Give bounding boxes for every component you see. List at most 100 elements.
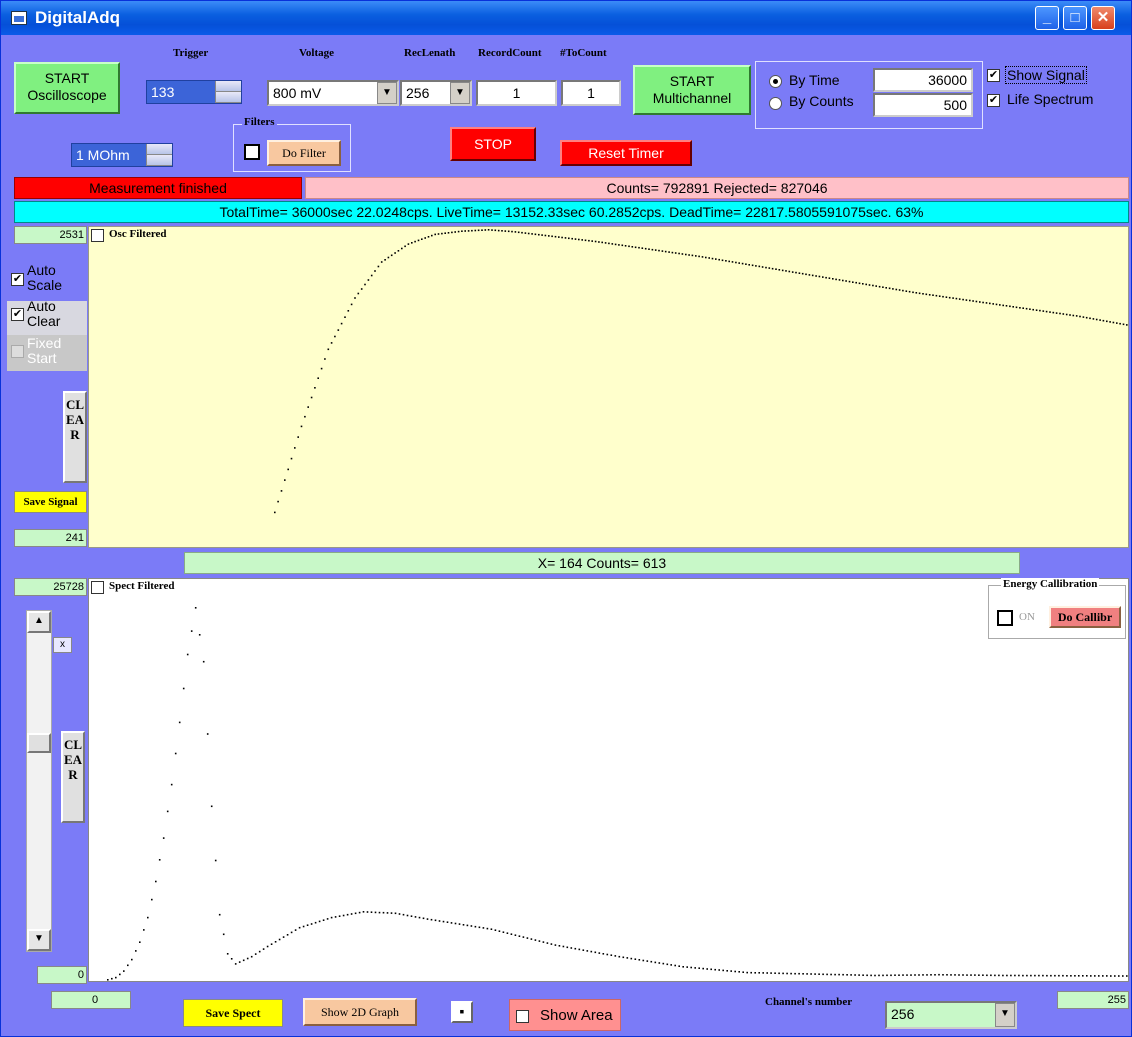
point-size-button[interactable]: ▪ [451,1001,473,1023]
data-point [782,972,784,975]
data-point [810,973,812,975]
spect-filtered-checkbox[interactable] [91,581,104,594]
spect-scale-x-button[interactable]: x [53,637,72,653]
data-point [290,931,293,934]
osc-ymax-value: 2531 [14,226,87,244]
do-calibration-button[interactable]: Do Callibr [1049,606,1121,628]
data-point [354,912,357,915]
data-point [834,973,836,976]
start-multichannel-button[interactable]: START Multichannel [633,65,751,115]
save-spect-button[interactable]: Save Spect [183,999,283,1027]
data-point [522,936,525,938]
tocount-field[interactable]: 1 [561,80,621,106]
data-point [384,259,386,261]
chevron-down-icon[interactable]: ▼ [377,82,397,104]
data-point [566,946,569,949]
data-point [731,261,734,263]
impedance-spinner[interactable]: 1 MOhm [71,143,173,167]
auto-clear-checkbox[interactable]: ✔ [11,308,24,321]
recordcount-field[interactable]: 1 [476,80,557,106]
data-point [310,923,313,925]
data-point [686,966,688,968]
impedance-spin-buttons[interactable] [146,144,172,166]
show-2d-graph-button[interactable]: Show 2D Graph [303,998,417,1026]
show-area-box[interactable]: Show Area [509,999,621,1031]
scroll-down-icon[interactable]: ▼ [27,929,51,951]
stop-button[interactable]: STOP [450,127,536,161]
by-counts-field[interactable]: 500 [873,93,973,117]
close-button[interactable]: ✕ [1091,6,1115,30]
data-point [327,348,330,351]
voltage-select[interactable]: 800 mV ▼ [267,80,399,106]
data-point [1114,975,1116,977]
maximize-button[interactable]: □ [1063,6,1087,30]
data-point [671,251,674,254]
data-point [358,911,361,914]
data-point [908,290,911,293]
data-point [725,260,727,262]
life-spectrum-checkbox[interactable]: ✔ [987,94,1000,107]
reset-timer-button[interactable]: Reset Timer [560,140,692,166]
trigger-spin-buttons[interactable] [215,81,241,103]
spect-xmax-value: 255 [1057,991,1129,1009]
by-counts-label: By Counts [789,93,854,109]
data-point [1095,318,1098,321]
data-point [806,973,808,975]
minimize-button[interactable]: _ [1035,6,1059,30]
data-point [326,918,329,920]
osc-clear-button[interactable]: CLEAR [63,391,87,483]
show-signal-checkbox[interactable]: ✔ [987,69,1000,82]
show-area-checkbox[interactable] [516,1010,529,1023]
spectrum-plot[interactable] [88,578,1129,982]
data-point [123,970,125,972]
data-point [318,920,321,923]
data-point [1126,975,1128,977]
data-point [302,925,305,928]
osc-filtered-checkbox[interactable] [91,229,104,242]
app-icon [11,11,27,25]
data-point [494,929,497,931]
data-point [298,926,301,929]
auto-scale-checkbox[interactable]: ✔ [11,273,24,286]
scroll-thumb[interactable] [27,733,51,753]
spect-clear-button[interactable]: CLEAR [61,731,85,823]
data-point [507,230,510,233]
channels-number-select[interactable]: 256 ▼ [885,1001,1017,1029]
save-signal-button[interactable]: Save Signal [14,491,87,513]
spect-vertical-scrollbar[interactable]: ▲ ▼ [26,610,52,952]
do-filter-checkbox[interactable] [244,144,260,160]
reclength-select[interactable]: 256 ▼ [400,80,472,106]
data-point [790,972,792,975]
data-point [202,660,205,663]
oscilloscope-plot[interactable] [88,226,1129,548]
scroll-up-icon[interactable]: ▲ [27,611,51,633]
data-point [258,950,261,953]
by-time-field[interactable]: 36000 [873,68,973,92]
data-point [314,921,317,924]
data-point [1009,305,1011,308]
calibration-on-checkbox[interactable] [997,610,1013,626]
data-point [494,229,497,232]
chevron-down-icon[interactable]: ▼ [450,82,470,104]
data-point [614,243,617,246]
data-point [526,937,529,939]
data-point [928,294,931,296]
trigger-spinner[interactable]: 133 [146,80,242,104]
data-point [852,281,854,283]
data-point [754,972,756,974]
data-point [590,950,593,953]
auto-scale-label: Auto Scale [27,262,63,293]
start-oscilloscope-button[interactable]: START Oscilloscope [14,62,120,114]
data-point [698,967,700,969]
chevron-down-icon[interactable]: ▼ [995,1003,1015,1027]
data-point [738,971,740,973]
by-time-radio[interactable] [769,75,782,88]
data-point [966,974,968,976]
data-point [728,260,730,263]
data-point [658,249,660,252]
data-point [562,945,565,948]
data-point [714,968,716,971]
title-bar[interactable]: DigitalAdq _ □ ✕ [1,1,1131,35]
do-filter-button[interactable]: Do Filter [267,140,341,166]
by-counts-radio[interactable] [769,97,782,110]
